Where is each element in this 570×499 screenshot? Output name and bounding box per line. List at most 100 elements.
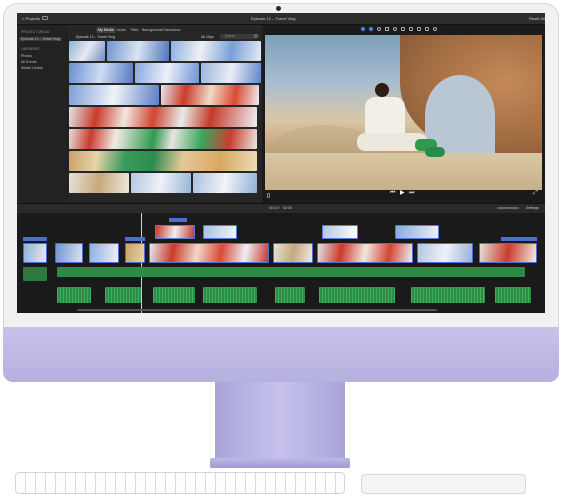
libraries-sidebar: PROJECT MEDIA Episode 12 – Travel Vlog L… [17,25,67,203]
info-icon[interactable] [433,27,437,31]
playhead[interactable] [141,213,142,313]
fullscreen-icon[interactable]: ⤢ [533,190,538,196]
clip-row [69,173,257,193]
tab-titles[interactable]: Titles [128,27,140,33]
timeline-clip[interactable] [55,243,83,263]
cutaway-clip[interactable] [155,225,195,239]
libraries-heading: LIBRARIES [21,47,40,51]
timeline-scrollbar[interactable] [77,309,437,311]
audio-clip[interactable] [495,287,531,303]
audio-clip[interactable] [153,287,195,303]
clip-thumbnail[interactable] [69,63,133,83]
search-field[interactable]: Search [220,34,255,39]
timeline-clip[interactable] [23,243,47,263]
reset-all-button[interactable]: Reset All [529,16,545,21]
timeline-clip[interactable] [273,243,313,263]
noise-reduction-icon[interactable] [409,27,413,31]
imac-stand-foot [210,458,350,468]
tab-my-media[interactable]: My Media [96,27,116,33]
stabilization-icon[interactable] [393,27,397,31]
timecode-divider: / [279,206,280,210]
title-clip[interactable] [23,237,47,241]
clip-thumbnail[interactable] [107,41,169,61]
sidebar-item-all-events[interactable]: All Events [21,60,37,64]
timeline-clip[interactable] [149,243,269,263]
title-clip[interactable] [169,218,187,222]
clip-thumbnail[interactable] [131,173,191,193]
clip-thumbnail[interactable] [69,173,129,193]
clip-row [69,63,261,83]
media-browser: My Media Audio Titles Backgrounds Transi… [68,25,262,203]
tab-audio[interactable]: Audio [115,27,128,33]
magic-wand-icon[interactable] [361,27,365,31]
clip-thumbnail[interactable] [69,107,257,127]
clip-thumbnail[interactable] [201,63,261,83]
adjustment-toolbar [361,27,451,32]
play-icon[interactable]: ▶ [400,190,405,196]
settings-button[interactable]: Settings [526,206,539,211]
timeline-clip[interactable] [479,243,537,263]
color-balance-icon[interactable] [369,27,373,31]
audio-clip[interactable] [57,287,91,303]
timeline-clip[interactable] [317,243,413,263]
audio-clip[interactable] [203,287,257,303]
timeline-clip[interactable] [89,243,119,263]
crop-icon[interactable] [385,27,389,31]
title-clip[interactable] [501,237,537,241]
sidebar-item-imovie-library[interactable]: iMovie Library [21,66,43,70]
sound-effect-clip[interactable] [23,267,47,281]
episode-label: Episode 12 – Travel Vlog [76,35,115,39]
cutaway-clip[interactable] [395,225,439,239]
audio-clip[interactable] [411,287,485,303]
timeline-clip[interactable] [417,243,473,263]
magic-trackpad [361,474,526,494]
magic-keyboard [15,472,345,494]
window-title: Episode 12 – Travel Vlog [251,16,296,21]
cutaway-clip[interactable] [322,225,358,239]
imac-screen: < Projects Episode 12 – Travel Vlog Rese… [17,13,545,313]
timeline [17,213,545,313]
timeline-clip[interactable] [125,243,145,263]
clip-thumbnail[interactable] [171,41,261,61]
playhead-timecode: 00:10 [269,206,278,210]
clip-filter-dropdown[interactable]: All Clips [201,35,214,40]
color-correction-icon[interactable] [377,27,381,31]
clip-thumbnail[interactable] [69,85,159,105]
green-sneaker [425,147,445,157]
clip-thumbnail[interactable] [69,151,257,171]
audio-clip[interactable] [319,287,395,303]
skip-forward-icon[interactable]: ⏭ [409,190,414,196]
background-music-track[interactable] [57,267,525,277]
clip-row [69,85,259,105]
volume-icon[interactable] [401,27,405,31]
ground [265,153,542,190]
imac-stand [215,382,345,460]
clip-thumbnail[interactable] [69,129,257,149]
clip-row [69,107,257,127]
clip-thumbnail[interactable] [193,173,257,193]
zoom-slider[interactable] [497,207,519,209]
sidebar-item-photos[interactable]: Photos [21,54,32,58]
audio-clip[interactable] [275,287,305,303]
projects-button[interactable]: < Projects [22,16,40,21]
clip-thumbnail[interactable] [69,41,105,61]
viewer-panel: ⏮ ▶ ⏭ ⤢ [263,25,545,203]
cutaway-clip[interactable] [203,225,237,239]
video-preview[interactable] [265,35,542,190]
search-placeholder: Search [225,34,236,38]
microphone-icon[interactable] [267,193,270,198]
sidebar-item-project[interactable]: Episode 12 – Travel Vlog [19,37,62,41]
person-head [375,83,389,97]
clip-thumbnail[interactable] [135,63,199,83]
import-icon[interactable] [42,16,48,20]
tab-transitions[interactable]: Transitions [161,27,182,33]
skip-back-icon[interactable]: ⏮ [390,190,395,196]
filter-icon[interactable] [425,27,429,31]
gear-icon[interactable] [254,34,258,38]
clip-thumbnail[interactable] [161,85,259,105]
title-clip[interactable] [125,237,145,241]
clip-row [69,151,257,171]
audio-clip[interactable] [105,287,141,303]
speed-icon[interactable] [417,27,421,31]
project-duration: 02:30 [283,206,292,210]
